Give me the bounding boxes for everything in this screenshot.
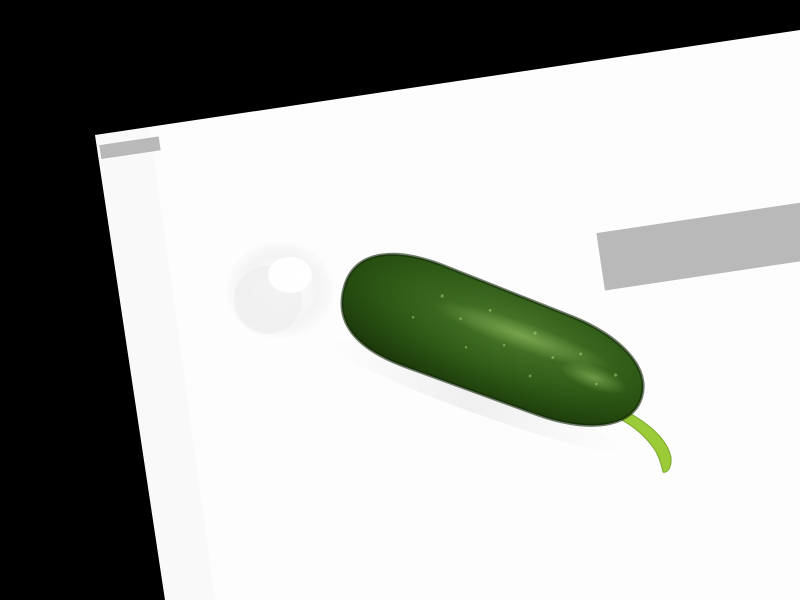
scene [0, 0, 800, 600]
wrapped-end-blob [225, 240, 335, 340]
photo-canvas [95, 30, 800, 600]
